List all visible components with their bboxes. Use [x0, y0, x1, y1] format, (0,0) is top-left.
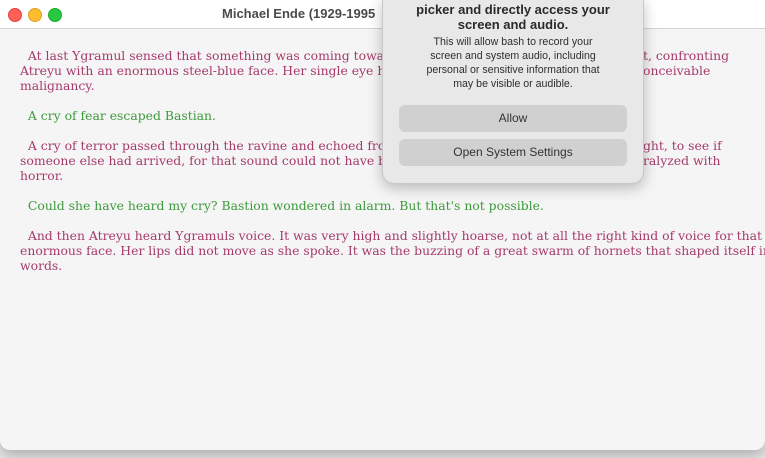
dialog-message: This will allow bash to record your scre… [383, 35, 643, 91]
text-line: Could she have heard my cry? Bastion won… [20, 198, 544, 213]
text-line: words. [20, 258, 63, 273]
text-line: At last Ygramul sensed that something wa… [20, 48, 424, 63]
text-line-fragment: onceivable [643, 63, 711, 78]
dialog-message-line: personal or sensitive information that [426, 64, 600, 76]
dialog-message-line: This will allow bash to record your [433, 36, 593, 48]
screen-recording-permission-dialog: picker and directly access your screen a… [382, 0, 644, 184]
text-line: And then Atreyu heard Ygramuls voice. It… [20, 228, 763, 243]
minimize-button[interactable] [28, 8, 42, 22]
text-line-fragment: ralyzed with [643, 153, 721, 168]
text-line: A cry of fear escaped Bastian. [20, 108, 216, 123]
text-line: someone else had arrived, for that sound… [20, 153, 425, 168]
dialog-title-line: picker and directly access your [416, 2, 610, 17]
zoom-button[interactable] [48, 8, 62, 22]
dialog-message-line: may be visible or audible. [453, 78, 573, 90]
dialog-title: picker and directly access your screen a… [383, 2, 643, 32]
text-line: enormous face. Her lips did not move as … [20, 243, 765, 258]
open-system-settings-button[interactable]: Open System Settings [399, 139, 627, 166]
window-title: Michael Ende (1929-1995 [222, 6, 376, 21]
text-line: A cry of terror passed through the ravin… [20, 138, 427, 153]
text-line-fragment: t, confronting [643, 48, 730, 63]
allow-button[interactable]: Allow [399, 105, 627, 132]
dialog-title-line: screen and audio. [457, 17, 569, 32]
close-button[interactable] [8, 8, 22, 22]
text-line: Atreyu with an enormous steel-blue face.… [20, 63, 423, 78]
text-line: horror. [20, 168, 64, 183]
dialog-message-line: screen and system audio, including [430, 50, 596, 62]
text-line: malignancy. [20, 78, 95, 93]
text-line-fragment: ght, to see if [643, 138, 722, 153]
